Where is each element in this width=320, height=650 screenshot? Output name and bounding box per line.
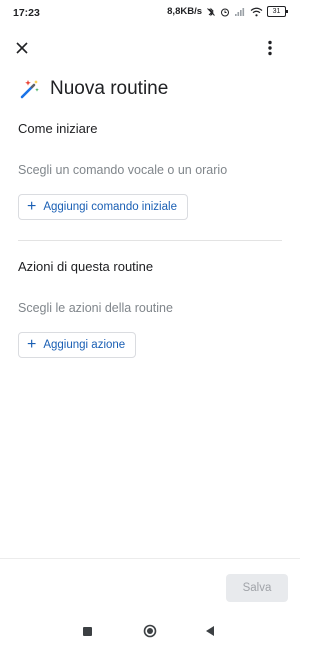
- close-button[interactable]: [8, 34, 36, 62]
- status-bar: 17:23 8,8KB/s 31: [0, 0, 300, 28]
- add-starter-button[interactable]: + Aggiungi comando iniziale: [18, 194, 188, 220]
- recents-button[interactable]: [83, 627, 92, 636]
- add-action-label: Aggiungi azione: [43, 339, 126, 351]
- status-time: 17:23: [13, 7, 40, 19]
- plus-icon: +: [27, 198, 37, 215]
- wifi-icon: [250, 7, 263, 16]
- status-icons: 8,8KB/s 31: [167, 6, 288, 17]
- magic-wand-icon: [20, 80, 39, 99]
- page-header: Nuova routine: [18, 78, 168, 100]
- start-section-title: Come iniziare: [18, 121, 98, 136]
- more-options-button[interactable]: [256, 34, 284, 62]
- section-divider: [18, 240, 282, 241]
- plus-icon: +: [27, 336, 37, 353]
- add-starter-label: Aggiungi comando iniziale: [43, 201, 177, 213]
- network-speed: 8,8KB/s: [167, 6, 202, 17]
- close-icon: [16, 42, 28, 54]
- battery-icon: 31: [267, 6, 288, 17]
- back-button[interactable]: [205, 625, 215, 637]
- add-action-button[interactable]: + Aggiungi azione: [18, 332, 137, 358]
- actions-section-hint: Scegli le azioni della routine: [18, 301, 173, 315]
- home-button[interactable]: [143, 624, 157, 638]
- signal-icon: [235, 7, 245, 16]
- bluetooth-off-icon: [207, 7, 215, 16]
- start-section-hint: Scegli un comando vocale o un orario: [18, 163, 228, 177]
- app-bar: [0, 34, 300, 64]
- alarm-icon: [221, 8, 229, 16]
- page-title: Nuova routine: [50, 78, 169, 99]
- actions-section-title: Azioni di questa routine: [18, 259, 154, 274]
- system-nav-bar: [0, 612, 300, 650]
- footer-divider: [0, 558, 300, 559]
- more-vert-icon: [268, 40, 272, 56]
- save-button[interactable]: Salva: [226, 574, 288, 602]
